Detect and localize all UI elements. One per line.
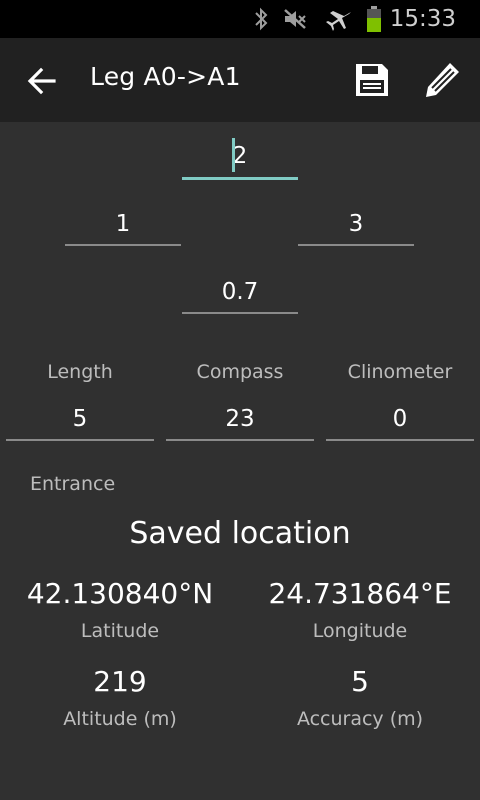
edit-icon xyxy=(426,63,459,97)
up-field[interactable]: 2 xyxy=(182,141,298,180)
compass-field[interactable]: 23 xyxy=(166,404,314,441)
entrance-checkbox-label[interactable]: Entrance xyxy=(30,473,115,495)
accuracy-label: Accuracy (m) xyxy=(296,708,424,730)
battery-icon xyxy=(366,5,382,33)
saved-location-heading: Saved location xyxy=(129,516,351,551)
left-value: 1 xyxy=(115,211,131,237)
clinometer-value: 0 xyxy=(392,406,408,432)
status-icons: 15:33 xyxy=(254,0,480,38)
airplane-mode-icon xyxy=(324,6,352,32)
down-field[interactable]: 0.7 xyxy=(182,277,298,314)
compass-label: Compass xyxy=(196,361,284,383)
right-value: 3 xyxy=(348,211,364,237)
length-label: Length xyxy=(47,361,113,383)
latitude-value: 42.130840°N xyxy=(26,577,214,610)
longitude-label: Longitude xyxy=(312,620,408,642)
bluetooth-icon xyxy=(254,7,268,31)
length-field[interactable]: 5 xyxy=(6,404,154,441)
back-button[interactable] xyxy=(22,64,62,98)
mute-icon xyxy=(282,7,308,31)
altitude-label: Altitude (m) xyxy=(63,708,177,730)
altitude-value: 219 xyxy=(93,665,147,698)
left-field[interactable]: 1 xyxy=(65,209,181,246)
page-title: Leg A0->A1 xyxy=(90,62,241,91)
right-field[interactable]: 3 xyxy=(298,209,414,246)
clinometer-label: Clinometer xyxy=(347,361,453,383)
clinometer-field[interactable]: 0 xyxy=(326,404,474,441)
edit-button[interactable] xyxy=(422,60,462,100)
toolbar: Leg A0->A1 xyxy=(0,38,480,122)
latitude-label: Latitude xyxy=(80,620,160,642)
down-value: 0.7 xyxy=(221,279,259,305)
length-value: 5 xyxy=(72,406,88,432)
accuracy-value: 5 xyxy=(351,665,369,698)
save-icon xyxy=(356,64,388,96)
compass-value: 23 xyxy=(225,406,255,432)
save-button[interactable] xyxy=(352,60,392,100)
arrow-left-icon xyxy=(27,67,56,95)
text-cursor xyxy=(232,138,235,172)
status-bar: 15:33 xyxy=(0,0,480,38)
status-time: 15:33 xyxy=(389,6,456,32)
longitude-value: 24.731864°E xyxy=(268,577,452,610)
